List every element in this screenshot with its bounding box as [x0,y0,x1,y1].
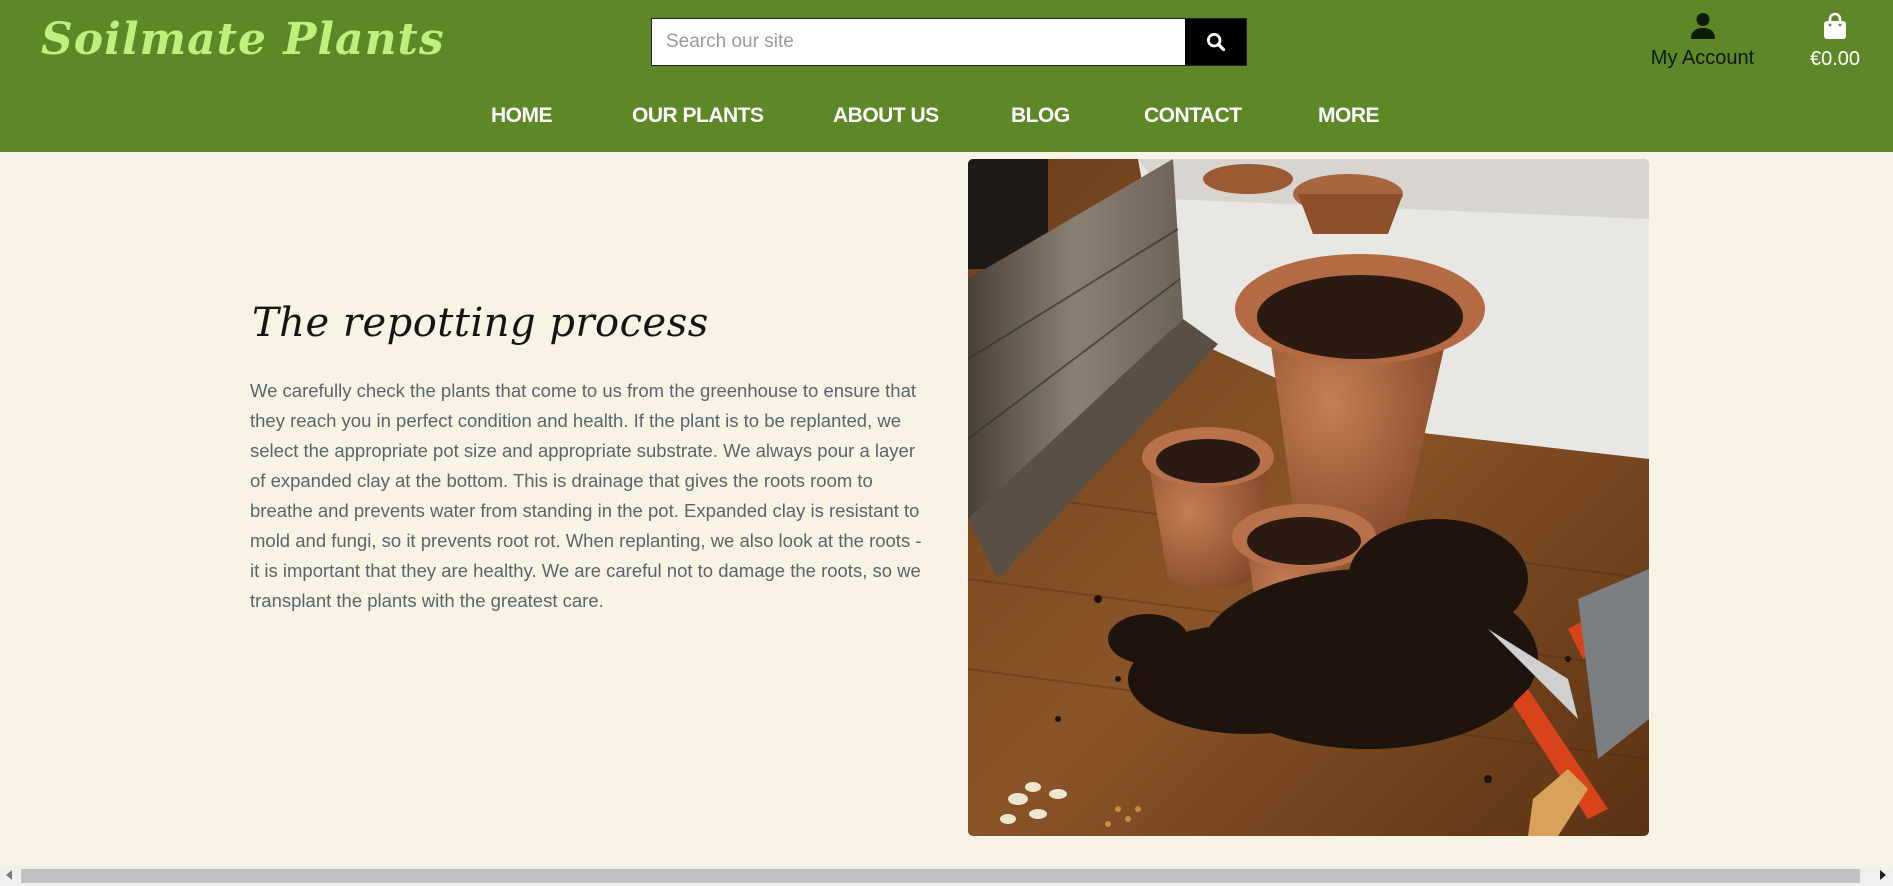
search-input[interactable] [652,19,1185,65]
search-form [651,18,1247,66]
nav-contact[interactable]: CONTACT [1144,104,1242,128]
user-icon [1690,13,1715,39]
cart-total: €0.00 [1809,48,1861,70]
horizontal-scrollbar[interactable] [0,866,1893,886]
nav-home[interactable]: HOME [491,104,553,128]
nav-more[interactable]: MORE [1318,104,1380,128]
nav-our-plants[interactable]: OUR PLANTS [632,104,764,128]
search-icon [1206,32,1225,52]
nav-about-us[interactable]: ABOUT US [833,104,939,128]
shopping-bag-link[interactable]: €0.00 [1800,12,1870,71]
my-account-label: My Account [1650,47,1755,69]
scroll-right-arrow-icon[interactable] [1880,870,1886,880]
section-heading: The repotting process [252,300,709,346]
section-paragraph: We carefully check the plants that come … [250,380,922,611]
nav-blog[interactable]: BLOG [1011,104,1070,128]
scrollbar-thumb[interactable] [21,869,1860,883]
site-logo[interactable]: Soilmate Plants [41,14,445,65]
scroll-left-arrow-icon[interactable] [6,870,12,880]
search-button[interactable] [1185,19,1246,65]
site-header: Soilmate Plants My Account €0.00 HOME OU… [0,0,1893,152]
repotting-photo [968,159,1649,836]
main-nav: HOME OUR PLANTS ABOUT US BLOG CONTACT MO… [0,104,1893,132]
my-account-link[interactable]: My Account [1645,12,1760,70]
shopping-bag-icon [1824,12,1846,39]
